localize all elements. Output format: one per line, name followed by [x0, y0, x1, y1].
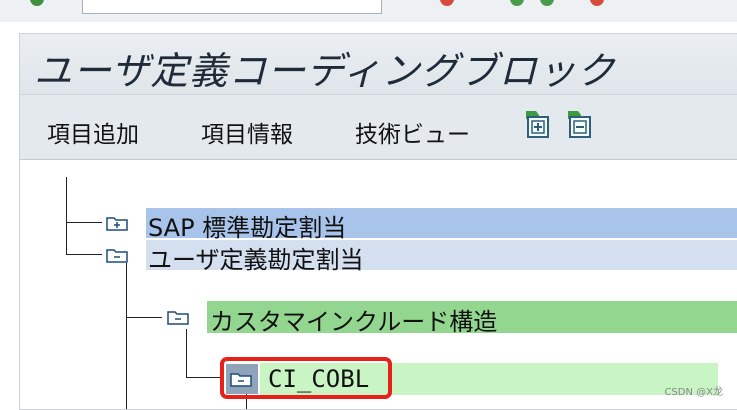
enter-icon[interactable] [30, 0, 44, 6]
tree-connector [186, 329, 187, 377]
folder-open-icon[interactable] [167, 309, 189, 325]
cancel-icon[interactable] [590, 0, 604, 6]
tree-node-label[interactable]: SAP 標準勘定割当 [148, 208, 346, 243]
tree-connector [66, 222, 102, 223]
tree-connector [126, 263, 127, 409]
folder-open-icon[interactable] [106, 247, 128, 263]
application-toolbar: 項目追加 項目情報 技術ビュー [20, 94, 737, 160]
tech-view-button[interactable]: 技術ビュー [355, 115, 470, 149]
collapse-all-icon[interactable] [566, 109, 594, 139]
system-toolbar [0, 0, 737, 22]
folder-closed-icon[interactable] [106, 215, 128, 231]
command-field[interactable] [82, 0, 382, 14]
tree-connector [66, 177, 67, 255]
expand-all-icon[interactable] [524, 109, 552, 139]
title-bar: ユーザ定義コーディングブロック [20, 34, 737, 94]
item-info-button[interactable]: 項目情報 [201, 115, 293, 149]
tree-connector [186, 377, 222, 378]
tree-node-label[interactable]: カスタマインクルード構造 [210, 302, 497, 337]
tree-view: SAP 標準勘定割当 ユーザ定義勘定割当 カスタマインクルード構造 CI_COB… [20, 159, 737, 409]
tree-connector [126, 317, 162, 318]
main-window: ユーザ定義コーディングブロック 項目追加 項目情報 技術ビュー SAP 標準勘定… [19, 33, 737, 410]
page-title: ユーザ定義コーディングブロック [34, 49, 616, 93]
exit-icon[interactable] [540, 0, 554, 6]
tree-connector [66, 254, 102, 255]
highlight-annotation [220, 357, 392, 399]
save-icon[interactable] [440, 0, 454, 6]
watermark: CSDN @X龙 [664, 387, 723, 398]
add-item-button[interactable]: 項目追加 [47, 115, 139, 149]
tree-node-label[interactable]: ユーザ定義勘定割当 [148, 240, 364, 275]
back-icon[interactable] [510, 0, 524, 6]
